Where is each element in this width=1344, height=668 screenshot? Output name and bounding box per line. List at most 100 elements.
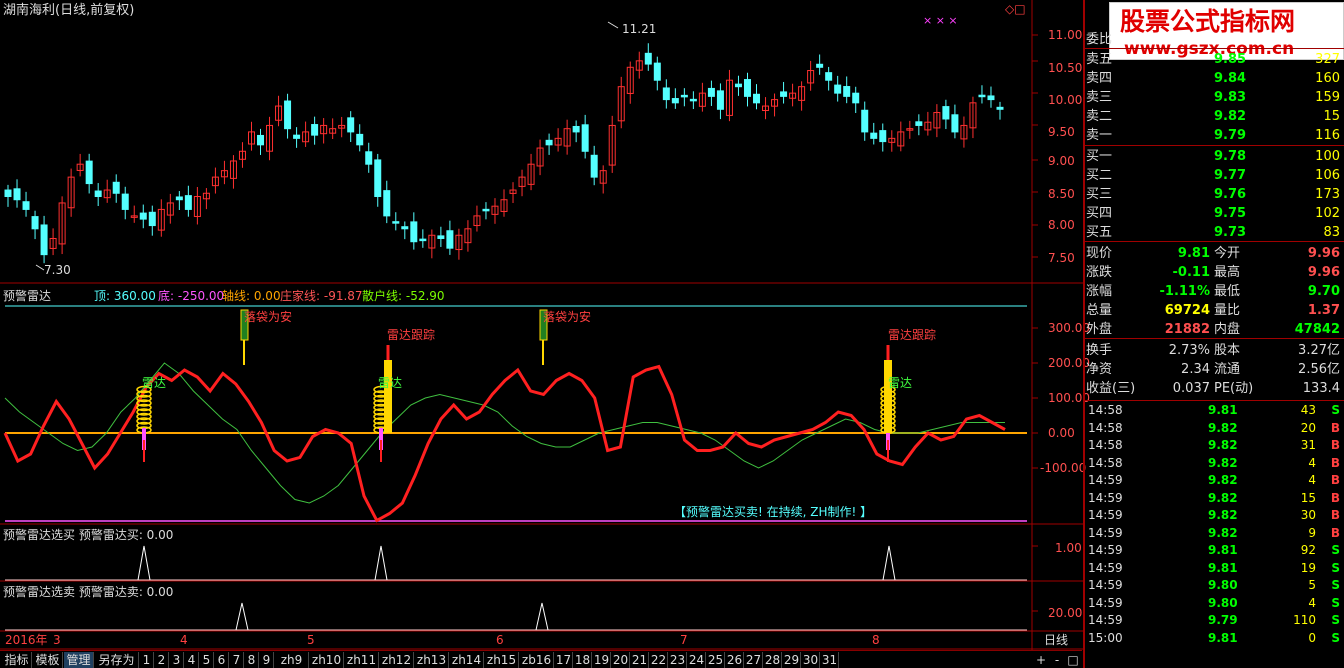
- tab-19[interactable]: 19: [593, 652, 611, 668]
- candle-body: [383, 190, 391, 217]
- tab-zh9[interactable]: zh9: [275, 652, 309, 668]
- date-month: 7: [680, 633, 688, 647]
- tab-4[interactable]: 4: [185, 652, 199, 668]
- quote-cell: 外盘: [1086, 322, 1113, 337]
- quote-row: 总量 69724 量比 1.37: [1084, 301, 1344, 320]
- candle-body: [734, 83, 742, 88]
- tab-3[interactable]: 3: [170, 652, 184, 668]
- row-volume: 102: [1315, 206, 1340, 221]
- buy-spike: [374, 545, 388, 581]
- radar-label: 雷达: [142, 376, 167, 390]
- tab-26[interactable]: 26: [726, 652, 744, 668]
- tick-cell: B: [1330, 473, 1340, 487]
- buy-panel-title: 预警雷达选买 预警雷达买: 0.00: [3, 528, 174, 542]
- tab-21[interactable]: 21: [631, 652, 649, 668]
- candle-body: [347, 117, 355, 133]
- candle-body: [951, 114, 959, 133]
- tab-22[interactable]: 22: [650, 652, 668, 668]
- tab-zh14[interactable]: zh14: [450, 652, 484, 668]
- tab-31[interactable]: 31: [821, 652, 839, 668]
- tick-cell: 9.82: [1208, 525, 1238, 540]
- candle-body: [85, 160, 93, 185]
- quote-row: 外盘 21882 内盘 47842: [1084, 320, 1344, 339]
- zoom-out-button[interactable]: -: [1050, 652, 1064, 668]
- tab-7[interactable]: 7: [230, 652, 244, 668]
- tick-cell: B: [1330, 438, 1340, 452]
- stats-cell: 净资: [1086, 362, 1113, 377]
- tick-cell: 19: [1300, 560, 1316, 575]
- candle-body: [139, 212, 147, 220]
- quote-row: 涨幅 -1.11% 最低 9.70: [1084, 282, 1344, 301]
- tab-23[interactable]: 23: [669, 652, 687, 668]
- diamond-icon[interactable]: ◇□: [1005, 2, 1026, 16]
- tab-管理[interactable]: 管理: [64, 652, 94, 668]
- row-price: 9.78: [1214, 149, 1247, 164]
- tab-1[interactable]: 1: [140, 652, 154, 668]
- tab-模板[interactable]: 模板: [33, 652, 63, 668]
- price-tick: 10.00: [1048, 93, 1083, 107]
- candle-body: [843, 86, 851, 97]
- tick-row: 14:59 9.80 5 S: [1086, 576, 1344, 595]
- tab-29[interactable]: 29: [783, 652, 801, 668]
- tab-28[interactable]: 28: [764, 652, 782, 668]
- tick-cell: 14:59: [1088, 595, 1123, 610]
- tab-8[interactable]: 8: [245, 652, 259, 668]
- tab-6[interactable]: 6: [215, 652, 229, 668]
- tab-5[interactable]: 5: [200, 652, 214, 668]
- tab-25[interactable]: 25: [707, 652, 725, 668]
- tab-17[interactable]: 17: [555, 652, 573, 668]
- candle-body: [437, 235, 445, 239]
- tab-2[interactable]: 2: [155, 652, 169, 668]
- tick-row: 14:59 9.81 19 S: [1086, 559, 1344, 578]
- candle-body: [545, 139, 553, 146]
- candle-body: [671, 98, 679, 104]
- tab-zb16[interactable]: zb16: [520, 652, 554, 668]
- stats-cell: 换手: [1086, 343, 1113, 358]
- tick-row: 14:59 9.80 4 S: [1086, 594, 1344, 613]
- sell-panel-title: 预警雷达选卖 预警雷达卖: 0.00: [3, 585, 174, 599]
- buy-spike: [882, 545, 896, 581]
- sell-spike: [535, 602, 549, 631]
- tab-zh12[interactable]: zh12: [380, 652, 414, 668]
- tab-指标[interactable]: 指标: [2, 652, 32, 668]
- tab-18[interactable]: 18: [574, 652, 592, 668]
- chart-canvas[interactable]: [0, 0, 1084, 650]
- tick-row: 14:58 9.82 4 B: [1086, 454, 1344, 473]
- tab-24[interactable]: 24: [688, 652, 706, 668]
- row-price: 9.85: [1214, 52, 1247, 67]
- quote-cell: 21882: [1164, 322, 1210, 337]
- radar-notice: 【预警雷达买卖! 在持续, ZH制作! 】: [674, 505, 873, 519]
- tab-9[interactable]: 9: [260, 652, 274, 668]
- zoom-in-button[interactable]: +: [1034, 652, 1048, 668]
- restore-button[interactable]: □: [1066, 652, 1080, 668]
- row-price: 9.77: [1214, 168, 1247, 183]
- candle-body: [356, 133, 364, 146]
- tab-zh15[interactable]: zh15: [485, 652, 519, 668]
- tab-zh10[interactable]: zh10: [310, 652, 344, 668]
- bottom-tab-bar: 指标 模板 管理 另存为 1 2 3 4 5 6 7 8 9 zh9 zh10 zh11 zh12 zh13 zh1…: [0, 650, 1082, 668]
- tab-另存为[interactable]: 另存为: [95, 652, 139, 668]
- tab-zh13[interactable]: zh13: [415, 652, 449, 668]
- candle-body: [184, 195, 192, 210]
- tab-zh11[interactable]: zh11: [345, 652, 379, 668]
- candle-body: [716, 90, 724, 110]
- quote-cell: 69724: [1164, 303, 1210, 318]
- tick-cell: S: [1331, 613, 1340, 627]
- tick-cell: 9.81: [1208, 403, 1238, 417]
- tab-27[interactable]: 27: [745, 652, 763, 668]
- candle-body: [852, 92, 860, 104]
- quote-cell: 内盘: [1214, 322, 1241, 337]
- candle-body: [401, 226, 409, 230]
- radar-label: 雷达跟踪: [387, 328, 436, 342]
- tick-row: 14:59 9.82 4 B: [1086, 471, 1344, 490]
- tick-row: 14:58 9.82 31 B: [1086, 436, 1344, 455]
- candle-body: [581, 124, 589, 152]
- tick-cell: 9.82: [1208, 438, 1238, 452]
- tick-cell: 9.81: [1208, 560, 1238, 575]
- tab-30[interactable]: 30: [802, 652, 820, 668]
- period-label[interactable]: 日线: [1044, 633, 1068, 647]
- row-price: 9.79: [1214, 128, 1247, 143]
- tab-20[interactable]: 20: [612, 652, 630, 668]
- order-ratio-label: 委比: [1086, 32, 1113, 47]
- candle-body: [753, 93, 761, 104]
